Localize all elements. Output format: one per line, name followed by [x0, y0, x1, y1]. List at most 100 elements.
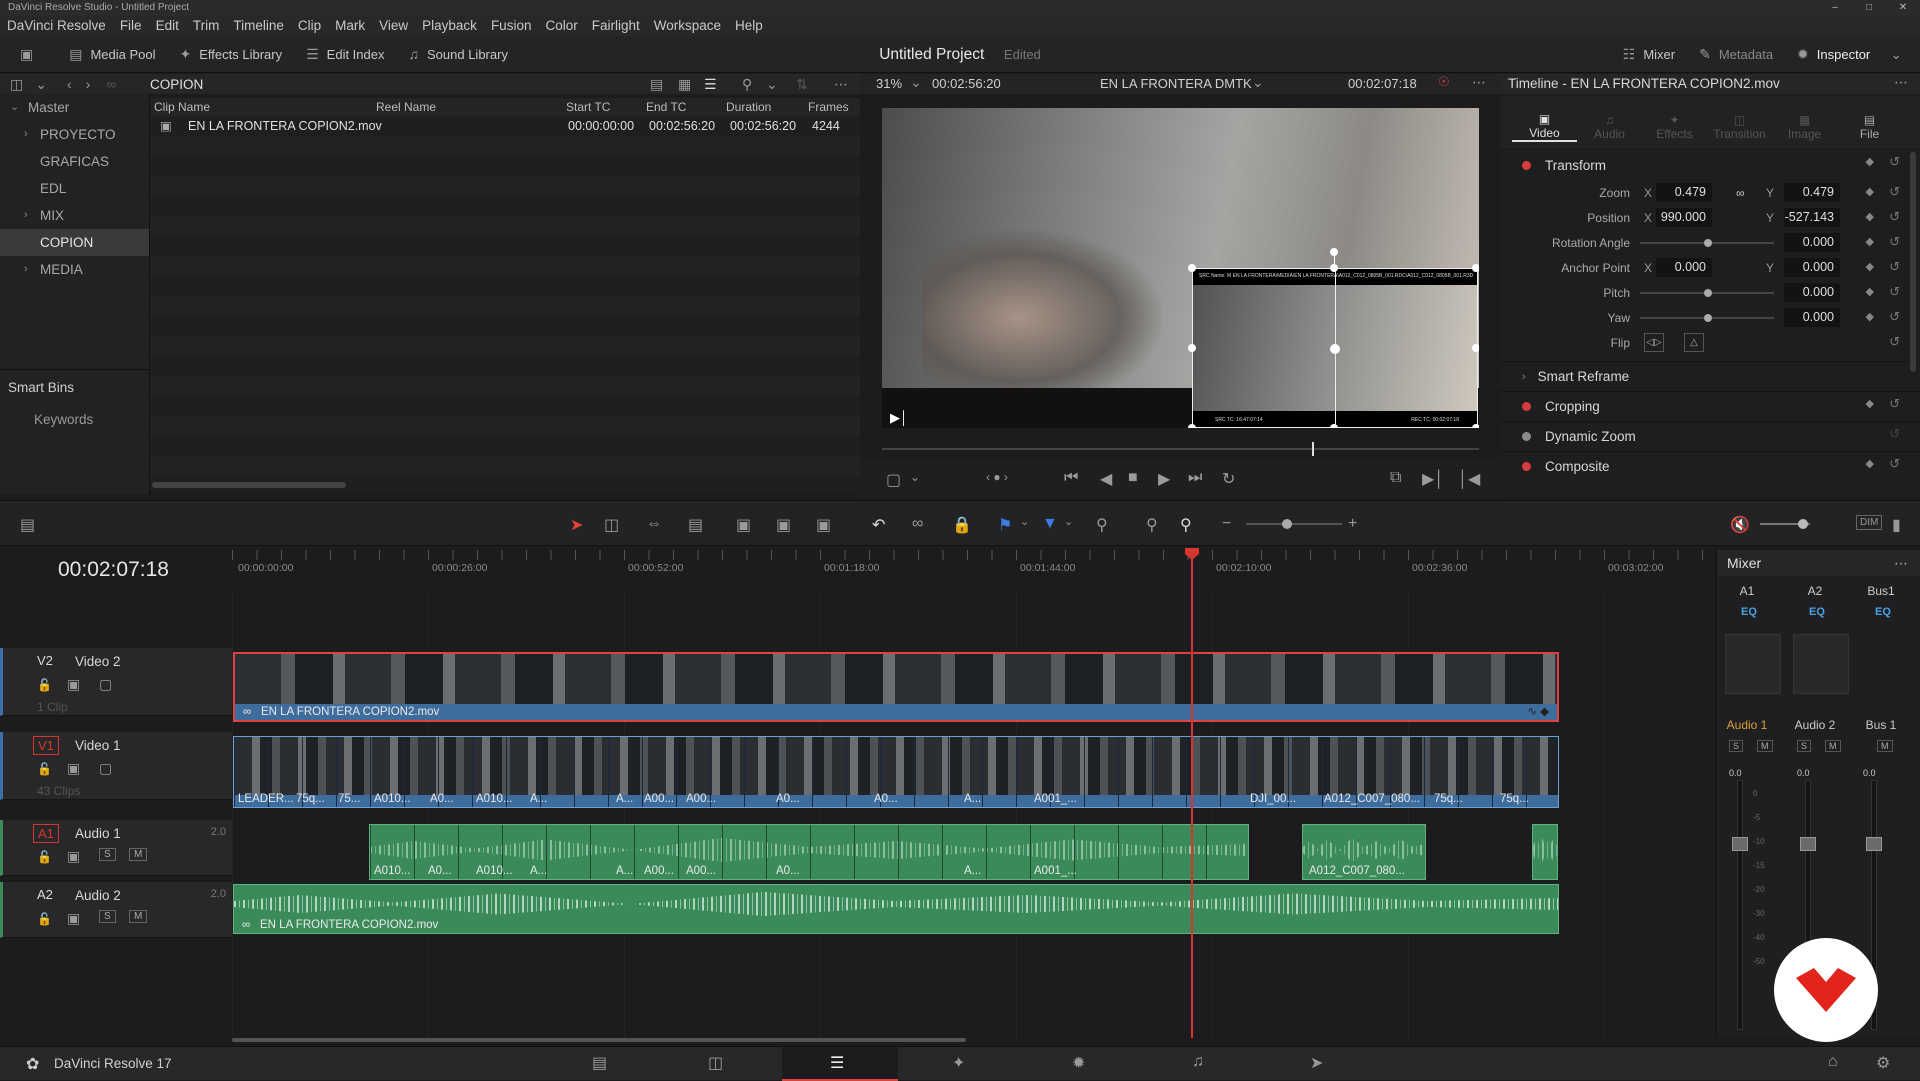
bin-list-toggle-icon[interactable]: ◫	[10, 76, 23, 93]
col-clip-name[interactable]: Clip Name	[154, 100, 210, 114]
reset-icon[interactable]: ↺	[1889, 259, 1900, 275]
page-media-icon[interactable]: ▤	[592, 1053, 607, 1073]
minimize-button[interactable]: –	[1818, 0, 1852, 16]
composite-section[interactable]: Composite ◆ ↺	[1500, 451, 1920, 481]
sort-icon[interactable]: ⇅	[796, 76, 808, 93]
reset-icon[interactable]: ↺	[1889, 456, 1900, 472]
list-view-icon[interactable]: ☰	[704, 76, 717, 93]
media-pool-button[interactable]: ▤ Media Pool	[57, 36, 167, 73]
enable-toggle[interactable]	[1522, 160, 1531, 170]
zoom-custom-icon[interactable]: ⚲	[1180, 515, 1192, 535]
col-frames[interactable]: Frames	[808, 100, 849, 114]
reset-icon[interactable]: ↺	[1889, 284, 1900, 300]
more-options-icon[interactable]: ⋯	[1894, 74, 1908, 91]
solo-a2[interactable]: S	[1797, 740, 1812, 752]
dim-button[interactable]: DIM	[1856, 515, 1883, 530]
eq-a2[interactable]: EQ	[1787, 606, 1847, 618]
mute-button[interactable]: M	[129, 848, 148, 861]
tab-transition[interactable]: ◫ Transition	[1707, 103, 1772, 141]
enable-toggle[interactable]	[1522, 432, 1531, 441]
chevron-down-icon[interactable]: ⌄	[766, 76, 778, 93]
expand-icon[interactable]: ⌄	[1890, 46, 1902, 73]
transform-handle[interactable]	[1188, 424, 1196, 428]
timeline-clip-a2[interactable]: ∞ EN LA FRONTERA COPION2.mov	[233, 884, 1559, 934]
col-duration[interactable]: Duration	[726, 100, 771, 114]
reset-icon[interactable]: ↺	[1889, 154, 1900, 170]
keyframe-icon[interactable]: ◆	[1866, 285, 1874, 298]
menu-color[interactable]: Color	[538, 16, 584, 36]
auto-select-icon[interactable]: ▣	[67, 676, 80, 693]
more-options-icon[interactable]: ⋯	[1472, 74, 1486, 91]
track-header-a1[interactable]: A1 Audio 1 2.0 🔓 ▣ S M	[0, 820, 232, 876]
panel-toggle-icon[interactable]: ▮	[1892, 515, 1901, 535]
track-header-v1[interactable]: V1 Video 1 🔓 ▣ ▢ 43 Clips	[0, 732, 232, 800]
timeline-scrollbar[interactable]	[232, 1038, 966, 1042]
track-visibility-icon[interactable]: ▢	[99, 760, 112, 777]
gear-icon[interactable]: ⚙	[1876, 1053, 1890, 1073]
bin-graficas[interactable]: GRAFICAS	[0, 148, 149, 175]
mute-bus1[interactable]: M	[1877, 740, 1893, 752]
table-row[interactable]: ▣ EN LA FRONTERA COPION2.mov 00:00:00:00…	[150, 118, 850, 136]
bin-copion[interactable]: COPION	[0, 229, 149, 256]
back-icon[interactable]: ‹	[67, 76, 72, 92]
blade-tool-icon[interactable]: ▤	[688, 515, 703, 535]
keyframe-icon[interactable]: ◆	[1866, 210, 1874, 223]
track-header-a2[interactable]: A2 Audio 2 2.0 🔓 ▣ S M	[0, 882, 232, 938]
tab-audio[interactable]: ♫ Audio	[1577, 103, 1642, 141]
col-reel-name[interactable]: Reel Name	[376, 100, 436, 114]
transform-handle[interactable]	[1472, 344, 1479, 352]
zoom-out-icon[interactable]: −	[1222, 515, 1231, 533]
transform-handle[interactable]	[1472, 264, 1479, 272]
transform-handle[interactable]	[1188, 264, 1196, 272]
marker-icon[interactable]: ▼	[1042, 515, 1058, 533]
reset-icon[interactable]: ↺	[1889, 184, 1900, 200]
chevron-down-icon[interactable]: ⌄	[1064, 515, 1073, 528]
chevron-down-icon[interactable]: ⌄	[35, 76, 47, 93]
menu-workspace[interactable]: Workspace	[647, 16, 728, 36]
menu-fairlight[interactable]: Fairlight	[585, 16, 647, 36]
track-header-v2[interactable]: V2 Video 2 🔓 ▣ ▢ 1 Clip	[0, 648, 232, 716]
pan-a2[interactable]	[1793, 634, 1849, 694]
chevron-down-icon[interactable]: ⌄	[910, 74, 922, 91]
keyframe-icon[interactable]: ◆	[1866, 310, 1874, 323]
skip-to-end-icon[interactable]: ⏭	[1188, 469, 1202, 487]
zoom-y-field[interactable]: 0.479	[1784, 183, 1840, 202]
solo-a1[interactable]: S	[1729, 740, 1744, 752]
loop-icon[interactable]: ↻	[1222, 469, 1235, 489]
chevron-down-icon[interactable]: ⌄	[1020, 515, 1029, 528]
linked-selection-icon[interactable]: ∞	[912, 515, 923, 533]
video-viewer[interactable]: SRC Name: M EN LA FRONTERA\MEDIA\EN LA F…	[882, 108, 1479, 428]
lock-icon[interactable]: 🔓	[37, 762, 52, 776]
viewer-scrubber[interactable]	[882, 442, 1479, 456]
transform-handle[interactable]	[1330, 424, 1338, 428]
pan-a1[interactable]	[1725, 634, 1781, 694]
color-sync-icon[interactable]: ☉	[1438, 74, 1450, 90]
reset-icon[interactable]: ↺	[1889, 309, 1900, 325]
zoom-x-field[interactable]: 0.479	[1656, 183, 1712, 202]
eq-a1[interactable]: EQ	[1719, 606, 1779, 618]
track-visibility-icon[interactable]: ▢	[99, 676, 112, 693]
rotation-handle[interactable]	[1330, 248, 1338, 256]
menu-davinci-resolve[interactable]: DaVinci Resolve	[0, 16, 113, 36]
trim-tool-icon[interactable]: ◫	[604, 515, 619, 535]
page-color-icon[interactable]: ✹	[1072, 1053, 1085, 1073]
timeline-zoom-slider[interactable]	[1246, 519, 1342, 529]
scrubber-playhead[interactable]	[1312, 442, 1314, 456]
menu-playback[interactable]: Playback	[415, 16, 484, 36]
auto-select-icon[interactable]: ▣	[67, 760, 80, 777]
eq-bus1[interactable]: EQ	[1853, 606, 1913, 618]
auto-select-icon[interactable]: ▣	[67, 848, 80, 865]
bin-mix[interactable]: › MIX	[0, 202, 149, 229]
enable-toggle[interactable]	[1522, 462, 1531, 471]
reset-icon[interactable]: ↺	[1889, 396, 1900, 412]
zoom-full-icon[interactable]: ⚲	[1096, 515, 1108, 535]
thumbnail-view-icon[interactable]: ▤	[650, 76, 663, 93]
home-icon[interactable]: ⌂	[1828, 1053, 1838, 1071]
replace-clip-icon[interactable]: ▣	[816, 515, 831, 535]
jog-control[interactable]: ‹ ● ›	[986, 470, 1008, 484]
auto-select-icon[interactable]: ▣	[67, 910, 80, 927]
transform-section-header[interactable]: Transform ◆ ↺	[1500, 150, 1920, 180]
transform-center-handle[interactable]	[1330, 344, 1340, 354]
menu-mark[interactable]: Mark	[328, 16, 372, 36]
lock-icon[interactable]: 🔓	[37, 678, 52, 692]
